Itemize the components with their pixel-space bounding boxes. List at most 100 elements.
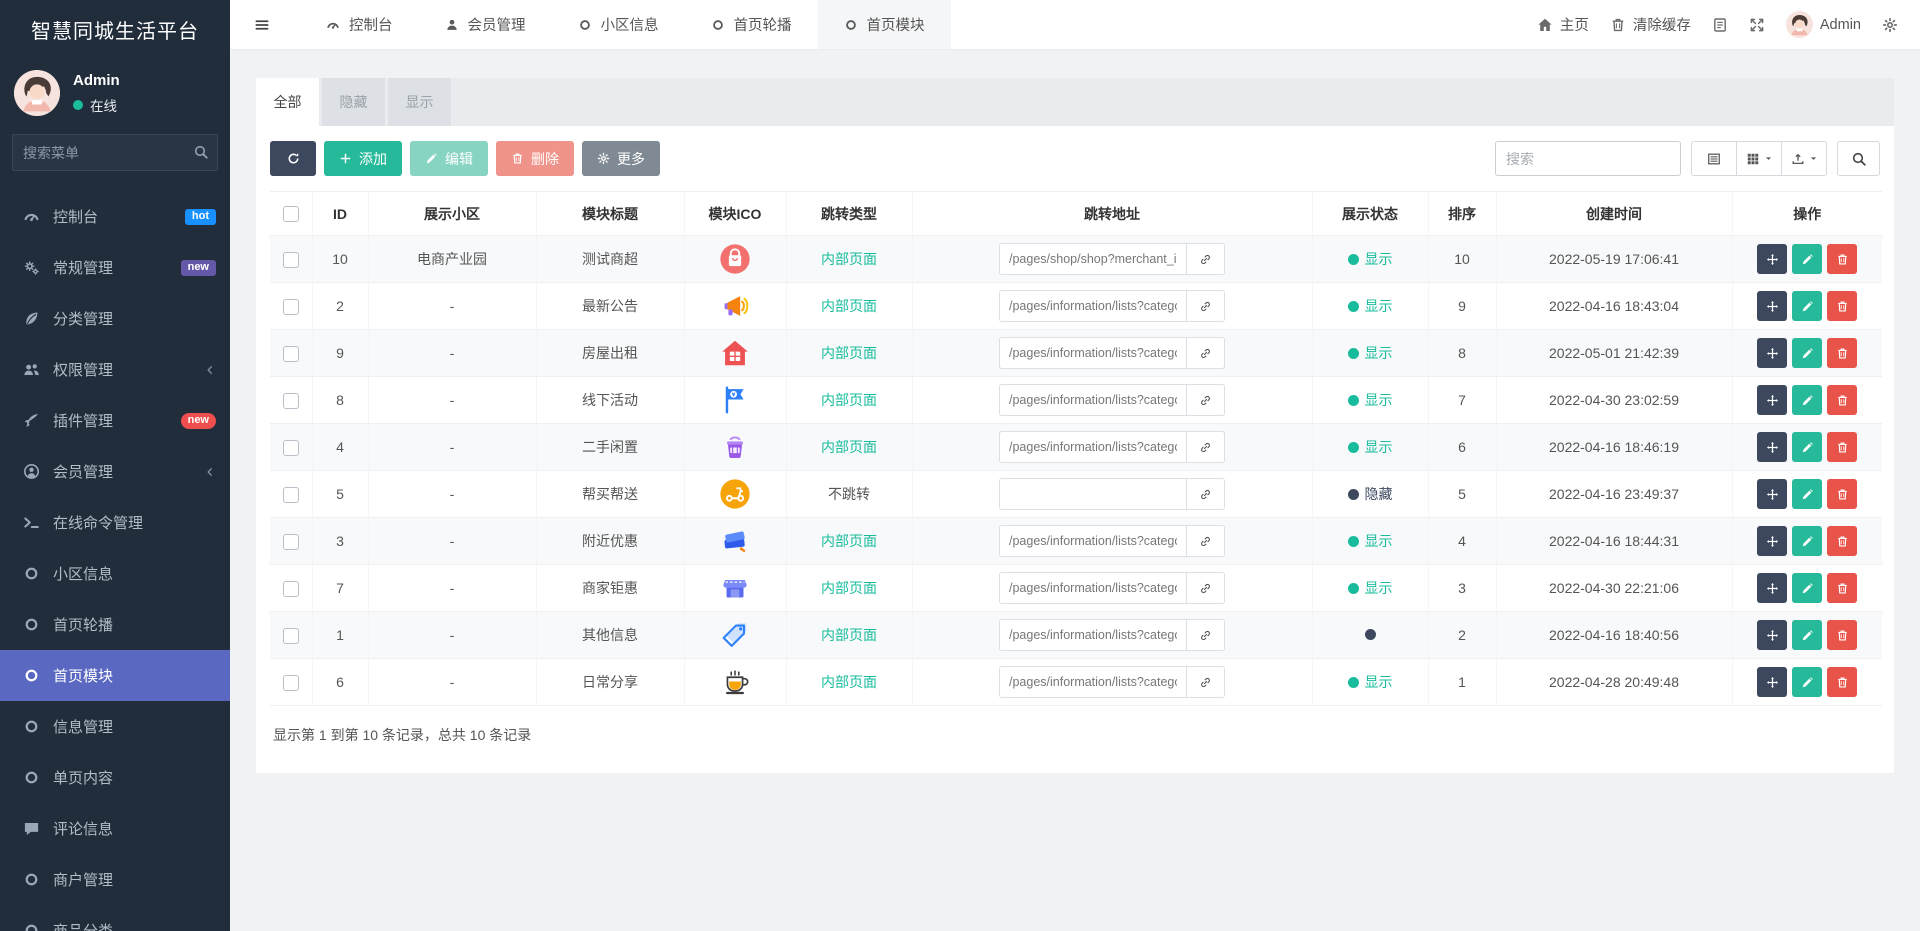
drag-button[interactable]	[1757, 385, 1788, 415]
table-search-input[interactable]	[1495, 141, 1681, 176]
sidebar-item-分类管理[interactable]: 分类管理	[0, 293, 230, 344]
sidebar-item-商户管理[interactable]: 商户管理	[0, 854, 230, 905]
drag-button[interactable]	[1757, 338, 1788, 368]
row-delete-button[interactable]	[1827, 479, 1858, 509]
row-checkbox[interactable]	[282, 580, 299, 597]
jump-url-input[interactable]	[999, 619, 1187, 651]
sidebar-item-首页模块[interactable]: 首页模块	[0, 650, 230, 701]
link-button[interactable]	[1187, 619, 1225, 651]
row-checkbox[interactable]	[282, 533, 299, 550]
row-delete-button[interactable]	[1827, 244, 1858, 274]
sidebar-search-input[interactable]	[12, 134, 218, 171]
drag-button[interactable]	[1757, 479, 1788, 509]
filter-tab-隐藏[interactable]: 隐藏	[322, 78, 385, 126]
drag-button[interactable]	[1757, 432, 1788, 462]
drag-button[interactable]	[1757, 244, 1788, 274]
drag-button[interactable]	[1757, 573, 1788, 603]
sidebar-item-插件管理[interactable]: 插件管理 new	[0, 395, 230, 446]
drag-button[interactable]	[1757, 526, 1788, 556]
row-edit-button[interactable]	[1792, 291, 1823, 321]
row-delete-button[interactable]	[1827, 291, 1858, 321]
refresh-button[interactable]	[270, 141, 316, 176]
avatar[interactable]	[14, 70, 60, 116]
top-tab-控制台[interactable]: 控制台	[300, 0, 419, 49]
link-button[interactable]	[1187, 478, 1225, 510]
link-button[interactable]	[1187, 431, 1225, 463]
sidebar-toggle-button[interactable]	[238, 0, 286, 49]
filter-tab-显示[interactable]: 显示	[388, 78, 451, 126]
row-edit-button[interactable]	[1792, 667, 1823, 697]
row-edit-button[interactable]	[1792, 479, 1823, 509]
delete-button[interactable]: 删除	[496, 141, 574, 176]
status-badge[interactable]: 显示	[1347, 343, 1393, 363]
row-checkbox[interactable]	[282, 486, 299, 503]
row-edit-button[interactable]	[1792, 385, 1823, 415]
status-badge[interactable]: 显示	[1347, 437, 1393, 457]
columns-button[interactable]	[1736, 141, 1782, 176]
jump-url-input[interactable]	[999, 572, 1187, 604]
export-button[interactable]	[1781, 141, 1827, 176]
status-badge[interactable]: 显示	[1347, 672, 1393, 692]
admin-menu[interactable]: Admin	[1785, 11, 1861, 38]
docs-button[interactable]	[1712, 17, 1728, 33]
sidebar-item-控制台[interactable]: 控制台 hot	[0, 191, 230, 242]
row-checkbox[interactable]	[282, 627, 299, 644]
jump-url-input[interactable]	[999, 290, 1187, 322]
row-delete-button[interactable]	[1827, 667, 1858, 697]
sidebar-item-在线命令管理[interactable]: 在线命令管理	[0, 497, 230, 548]
row-checkbox[interactable]	[282, 345, 299, 362]
add-button[interactable]: 添加	[324, 141, 402, 176]
jump-url-input[interactable]	[999, 337, 1187, 369]
status-badge[interactable]: 显示	[1347, 531, 1393, 551]
sidebar-item-信息管理[interactable]: 信息管理	[0, 701, 230, 752]
sidebar-item-权限管理[interactable]: 权限管理	[0, 344, 230, 395]
edit-button[interactable]: 编辑	[410, 141, 488, 176]
sidebar-item-首页轮播[interactable]: 首页轮播	[0, 599, 230, 650]
home-link[interactable]: 主页	[1537, 14, 1589, 35]
jump-url-input[interactable]	[999, 384, 1187, 416]
settings-button[interactable]	[1882, 17, 1898, 33]
row-delete-button[interactable]	[1827, 432, 1858, 462]
row-delete-button[interactable]	[1827, 338, 1858, 368]
drag-button[interactable]	[1757, 291, 1788, 321]
link-button[interactable]	[1187, 337, 1225, 369]
status-badge[interactable]: 显示	[1347, 578, 1393, 598]
row-edit-button[interactable]	[1792, 526, 1823, 556]
status-badge[interactable]: 显示	[1347, 390, 1393, 410]
link-button[interactable]	[1187, 384, 1225, 416]
row-delete-button[interactable]	[1827, 526, 1858, 556]
row-checkbox[interactable]	[282, 392, 299, 409]
top-tab-首页模块[interactable]: 首页模块	[817, 0, 951, 49]
row-edit-button[interactable]	[1792, 573, 1823, 603]
top-tab-首页轮播[interactable]: 首页轮播	[685, 0, 818, 49]
more-button[interactable]: 更多	[582, 141, 660, 176]
jump-url-input[interactable]	[999, 525, 1187, 557]
link-button[interactable]	[1187, 243, 1225, 275]
row-checkbox[interactable]	[282, 251, 299, 268]
filter-tab-全部[interactable]: 全部	[256, 78, 319, 126]
row-checkbox[interactable]	[282, 439, 299, 456]
sidebar-item-单页内容[interactable]: 单页内容	[0, 752, 230, 803]
row-checkbox[interactable]	[282, 674, 299, 691]
sidebar-item-常规管理[interactable]: 常规管理 new	[0, 242, 230, 293]
row-edit-button[interactable]	[1792, 244, 1823, 274]
select-all-checkbox[interactable]	[282, 206, 299, 223]
status-badge[interactable]	[1364, 629, 1376, 640]
detail-view-button[interactable]	[1691, 141, 1737, 176]
sidebar-item-小区信息[interactable]: 小区信息	[0, 548, 230, 599]
status-badge[interactable]: 显示	[1347, 296, 1393, 316]
link-button[interactable]	[1187, 290, 1225, 322]
row-delete-button[interactable]	[1827, 573, 1858, 603]
drag-button[interactable]	[1757, 667, 1788, 697]
status-badge[interactable]: 显示	[1347, 249, 1393, 269]
drag-button[interactable]	[1757, 620, 1788, 650]
row-edit-button[interactable]	[1792, 338, 1823, 368]
link-button[interactable]	[1187, 666, 1225, 698]
link-button[interactable]	[1187, 525, 1225, 557]
sidebar-item-会员管理[interactable]: 会员管理	[0, 446, 230, 497]
jump-url-input[interactable]	[999, 666, 1187, 698]
top-tab-小区信息[interactable]: 小区信息	[552, 0, 685, 49]
jump-url-input[interactable]	[999, 431, 1187, 463]
jump-url-input[interactable]	[999, 478, 1187, 510]
link-button[interactable]	[1187, 572, 1225, 604]
